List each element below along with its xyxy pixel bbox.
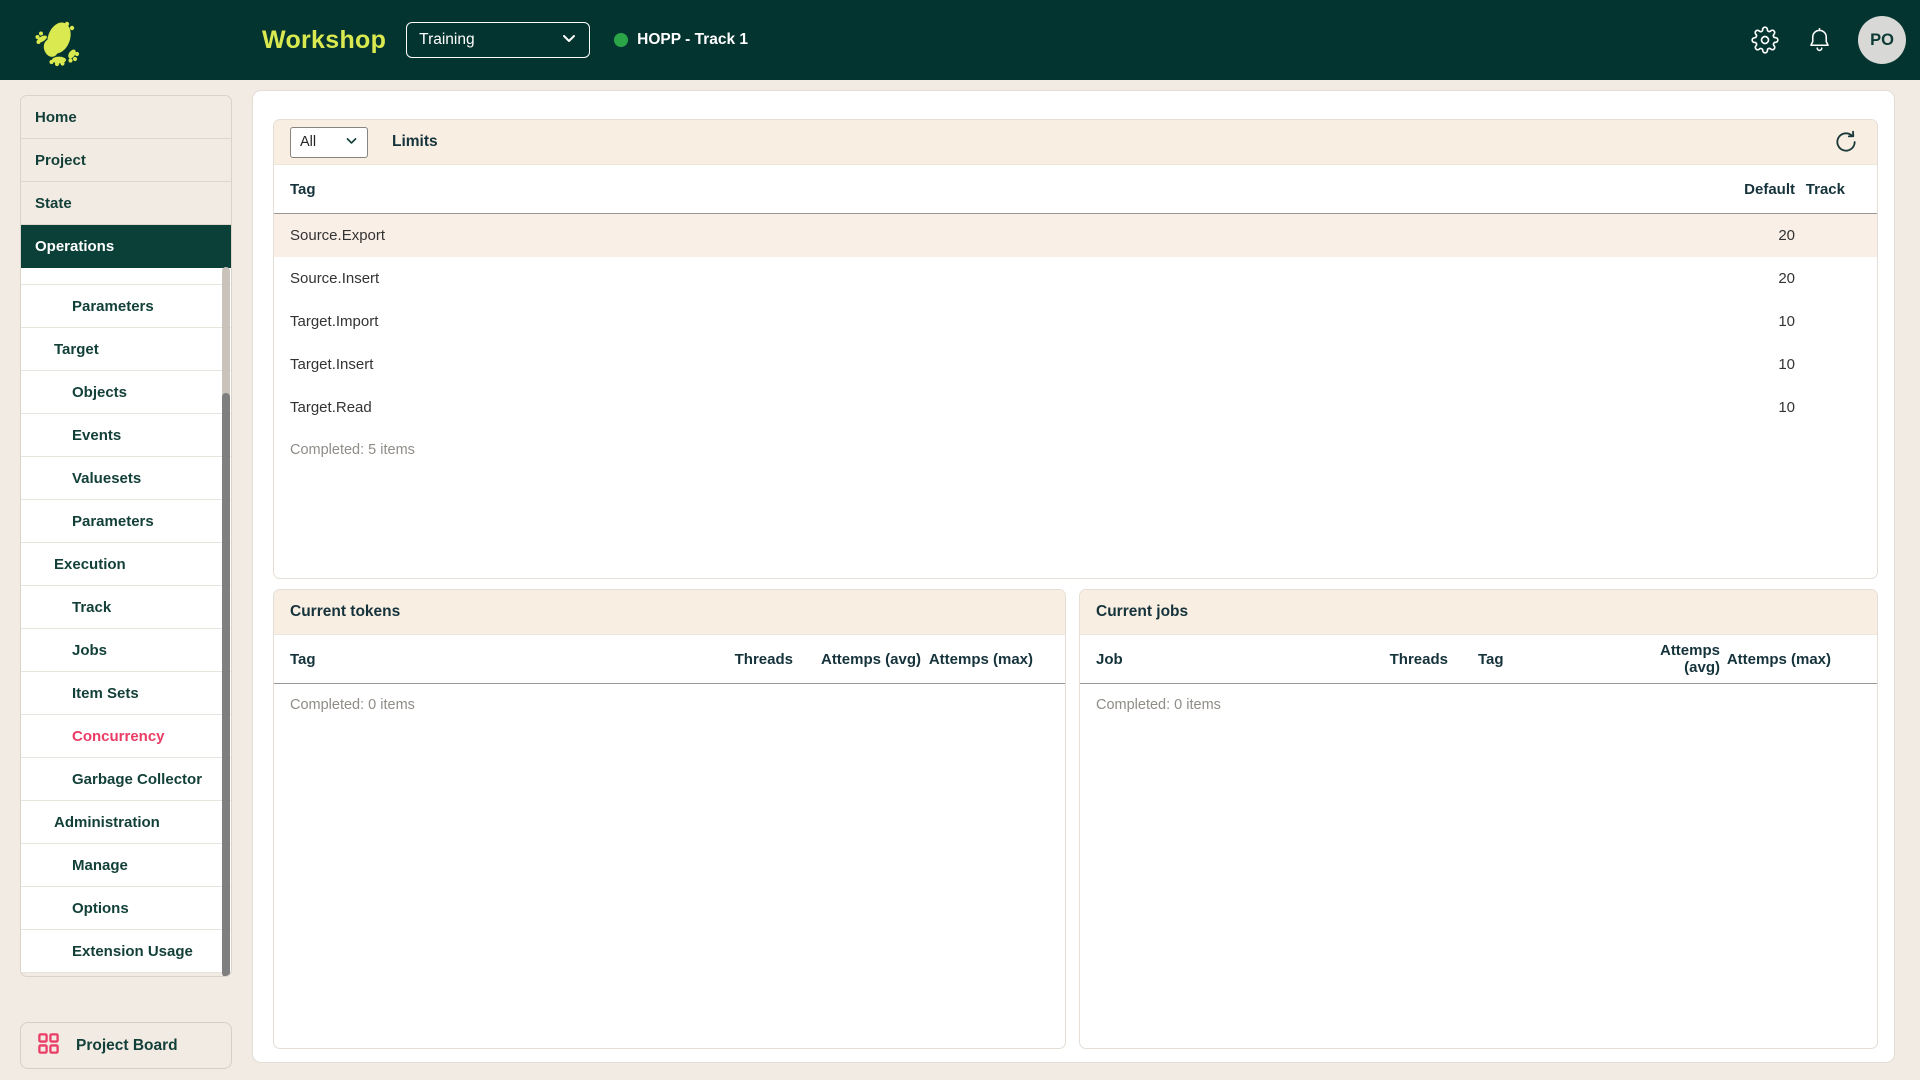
- avatar-initials: PO: [1870, 30, 1894, 49]
- limits-col-tag: Tag: [290, 180, 316, 198]
- sidebar-item-home[interactable]: Home: [21, 96, 231, 139]
- sidebar-item-parameters[interactable]: Parameters: [21, 500, 231, 543]
- sidebar-item-operations[interactable]: Operations: [21, 225, 231, 268]
- project-board-button[interactable]: Project Board: [20, 1022, 232, 1069]
- notifications-bell-icon[interactable]: [1804, 25, 1834, 55]
- sidebar-item-options[interactable]: Options: [21, 887, 231, 930]
- refresh-icon[interactable]: [1831, 127, 1861, 157]
- table-row[interactable]: Target.Insert 10: [274, 343, 1877, 386]
- jobs-table-header: Job Threads Tag Attemps (avg) Attemps (m…: [1080, 635, 1877, 684]
- tokens-col-attemps-max: Attemps (max): [928, 650, 1033, 668]
- sidebar-item-state[interactable]: State: [21, 182, 231, 225]
- current-tokens-title: Current tokens: [290, 603, 401, 620]
- limits-panel-header: All Limits: [274, 120, 1877, 165]
- chevron-down-icon: [345, 134, 358, 151]
- table-row[interactable]: Source.Export 20: [274, 214, 1877, 257]
- sidebar-item-parameters-source[interactable]: Parameters: [21, 285, 231, 328]
- sidebar-item-administration[interactable]: Administration: [21, 801, 231, 844]
- jobs-col-tag: Tag: [1478, 650, 1504, 668]
- table-row[interactable]: Target.Import 10: [274, 300, 1877, 343]
- settings-gear-icon[interactable]: [1750, 25, 1780, 55]
- sidebar-item-track[interactable]: Track: [21, 586, 231, 629]
- limits-completed-count: Completed: 5 items: [290, 442, 415, 458]
- tokens-completed-count: Completed: 0 items: [290, 697, 415, 713]
- main-content: All Limits Tag Default Track Source.Expo…: [252, 90, 1895, 1063]
- tokens-col-threads: Threads: [734, 650, 793, 668]
- limits-filter-value: All: [300, 134, 317, 150]
- tokens-col-tag: Tag: [290, 650, 316, 668]
- jobs-col-attemps-avg: Attemps (avg): [1659, 642, 1720, 676]
- tokens-col-attemps-avg: Attemps (avg): [820, 650, 921, 668]
- sidebar-item-events[interactable]: Events: [21, 414, 231, 457]
- sidebar-scrollbar[interactable]: [222, 267, 230, 976]
- limits-title: Limits: [392, 133, 438, 150]
- sidebar-item-item-sets[interactable]: Item Sets: [21, 672, 231, 715]
- current-jobs-header: Current jobs: [1080, 590, 1877, 635]
- project-board-label: Project Board: [76, 1036, 178, 1054]
- sidebar-item-jobs[interactable]: Jobs: [21, 629, 231, 672]
- limits-panel: All Limits Tag Default Track Source.Expo…: [273, 119, 1878, 579]
- sidebar-item-objects[interactable]: Objects: [21, 371, 231, 414]
- current-jobs-title: Current jobs: [1096, 603, 1189, 620]
- table-row[interactable]: Source.Insert 20: [274, 257, 1877, 300]
- sidebar-item-garbage-collector[interactable]: Garbage Collector: [21, 758, 231, 801]
- sidebar-item-target[interactable]: Target: [21, 328, 231, 371]
- table-row[interactable]: Target.Read 10: [274, 386, 1877, 429]
- current-tokens-panel: Current tokens Tag Threads Attemps (avg)…: [273, 589, 1066, 1049]
- user-avatar[interactable]: PO: [1858, 16, 1906, 64]
- app-header: Workshop Training HOPP - Track 1 PO: [0, 0, 1920, 80]
- jobs-col-threads: Threads: [1389, 650, 1448, 668]
- app-title: Workshop: [262, 25, 387, 54]
- grid-icon: [37, 1032, 60, 1060]
- limits-filter-select[interactable]: All: [290, 126, 368, 158]
- sidebar-scrollbar-thumb[interactable]: [222, 393, 230, 976]
- jobs-completed-count: Completed: 0 items: [1096, 697, 1221, 713]
- jobs-col-job: Job: [1096, 650, 1123, 668]
- tokens-table-header: Tag Threads Attemps (avg) Attemps (max): [274, 635, 1065, 684]
- limits-table-header: Tag Default Track: [274, 165, 1877, 214]
- chevron-down-icon: [561, 30, 577, 51]
- sidebar-item-manage[interactable]: Manage: [21, 844, 231, 887]
- limits-col-track: Track: [1805, 180, 1845, 198]
- sidebar-item-extension-usage[interactable]: Extension Usage: [21, 930, 231, 973]
- sidebar-item-concurrency[interactable]: Concurrency: [21, 715, 231, 758]
- status-dot-icon: [614, 33, 629, 47]
- jobs-col-attemps-max: Attemps (max): [1726, 650, 1831, 668]
- current-tokens-header: Current tokens: [274, 590, 1065, 635]
- sidebar-item-valuesets[interactable]: Valuesets: [21, 457, 231, 500]
- status-label: HOPP - Track 1: [637, 31, 749, 48]
- header-actions: PO: [1750, 16, 1906, 64]
- sidebar-nav: Home Project State Operations Parameters…: [20, 95, 232, 977]
- sidebar-item-project[interactable]: Project: [21, 139, 231, 182]
- current-jobs-panel: Current jobs Job Threads Tag Attemps (av…: [1079, 589, 1878, 1049]
- environment-select-value: Training: [419, 31, 475, 48]
- connection-status: HOPP - Track 1: [614, 31, 748, 49]
- frog-logo-icon: [34, 12, 80, 68]
- clipped-nav-row: [21, 268, 231, 285]
- environment-select[interactable]: Training: [406, 22, 591, 58]
- sidebar-item-execution[interactable]: Execution: [21, 543, 231, 586]
- limits-col-default: Default: [1744, 180, 1795, 198]
